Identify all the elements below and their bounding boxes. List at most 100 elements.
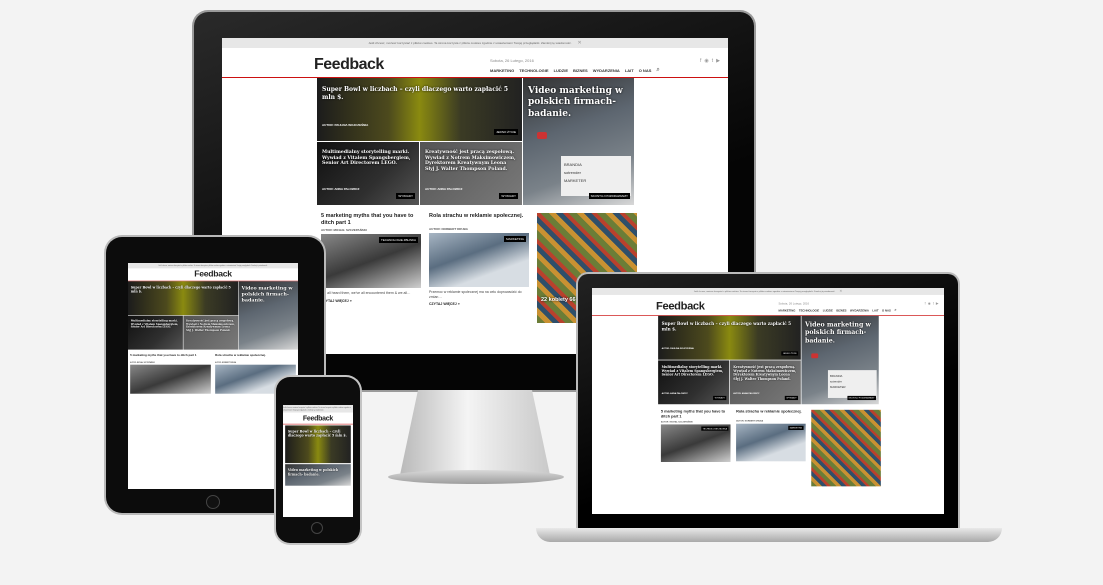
hero-side-badge: SKONTUJ POZDRAWIAMY [588, 193, 630, 199]
youtube-icon[interactable]: ▶ [716, 58, 720, 64]
hero-tile-3[interactable]: Multimedialny storytelling marki. Wywiad… [317, 142, 419, 205]
hero-tile-4-author: AUTOR: ANNA PALOWICZ [425, 187, 463, 191]
post-badge: TECHNOLOGIE ZBLISKA [701, 426, 729, 431]
logo[interactable]: Feedback [194, 269, 232, 279]
cookie-notice: Jeśli chcesz, możesz korzystać z plików … [283, 405, 353, 413]
header-right: Sobota, 26 Lutego, 2016 f ◉ t ▶ MARKETIN… [779, 302, 939, 313]
nav-item-marketing[interactable]: MARKETING [779, 309, 796, 312]
nav-item-biznes[interactable]: BIZNES [836, 309, 846, 312]
content: Super Bowl w liczbach – czyli dlaczego w… [128, 281, 298, 394]
hero-side-tile[interactable]: Video marketing w polskich firmach- bada… [523, 78, 634, 205]
nav-item-o-nas[interactable]: O NAS [882, 309, 891, 312]
close-icon[interactable]: ✕ [839, 289, 842, 293]
nav-item-wydarzenia[interactable]: WYDARZENIA [850, 309, 869, 312]
hero-tile-4-title[interactable]: Kreatywność jest pracą zespołową. Wywiad… [186, 320, 235, 332]
post-title[interactable]: 5 marketing myths that you have to ditch… [321, 213, 421, 226]
facebook-icon[interactable]: f [700, 58, 701, 64]
post-image[interactable] [130, 364, 211, 394]
nav-item-lait[interactable]: LAIT [872, 309, 878, 312]
hero-main-tile[interactable]: Super Bowl w liczbach – czyli dlaczego w… [285, 425, 351, 464]
hero-main-tile[interactable]: Super Bowl w liczbach – czyli dlaczego w… [128, 281, 239, 316]
hero-side-tile[interactable]: Video marketing w polskich firmach- bada… [238, 281, 298, 350]
date-row: Sobota, 26 Lutego, 2016 f ◉ t ▶ [779, 302, 939, 306]
post-list: 5 marketing myths that you have to ditch… [658, 404, 881, 487]
nav-item-lait[interactable]: LAIT [625, 68, 634, 73]
post-card: 5 marketing myths that you have to ditch… [130, 354, 211, 394]
hero-side-title[interactable]: Video marketing w polskich firmach- bada… [288, 468, 348, 476]
nav-item-technologie[interactable]: TECHNOLOGIE [519, 68, 548, 73]
hero-side-tile[interactable]: Video marketing w polskich firmach- bada… [285, 464, 351, 486]
rss-icon[interactable]: ◉ [928, 302, 931, 306]
imac-base [388, 470, 564, 484]
post-title[interactable]: Rola strachu w reklamie społecznej. [736, 410, 806, 418]
hero-tile-3[interactable]: Multimedialny storytelling marki. Wywiad… [128, 315, 183, 350]
post-title[interactable]: Rola strachu w reklamie społecznej. [429, 213, 529, 225]
header-right: Sobota, 26 Lutego, 2016 f ◉ t ▶ MARKETIN… [490, 58, 720, 74]
post-image[interactable] [811, 409, 881, 487]
hero-side-tile[interactable]: Video marketing w polskich firmach- bada… [801, 315, 879, 405]
hero-main-tile[interactable]: Super Bowl w liczbach – czyli dlaczego w… [317, 78, 522, 141]
hero-main-title[interactable]: Super Bowl w liczbach – czyli dlaczego w… [322, 86, 517, 101]
hero-side-title[interactable]: Video marketing w polskich firmach- bada… [805, 321, 875, 344]
post-title[interactable]: 5 marketing myths that you have to ditch… [661, 410, 731, 419]
post-title[interactable]: 5 marketing myths that you have to ditch… [130, 354, 211, 360]
search-icon[interactable]: ⌕ [656, 67, 659, 74]
twitter-icon[interactable]: t [712, 58, 713, 64]
logo[interactable]: Feedback [303, 414, 333, 422]
read-more-link[interactable]: CZYTAJ WIĘCEJ » [429, 302, 529, 306]
hero-side-title[interactable]: Video marketing w polskich firmach- bada… [242, 286, 296, 304]
hero-tile-3-author: AUTOR: ANNA PALOWICZ [661, 391, 688, 395]
facebook-icon[interactable]: f [925, 302, 926, 306]
hero-tile-3-title[interactable]: Multimedialny storytelling marki. Wywiad… [131, 320, 180, 329]
hero-tile-4-title[interactable]: Kreatywność jest pracą zespołową. Wywiad… [733, 366, 797, 382]
rss-icon[interactable]: ◉ [704, 58, 708, 64]
hero-tile-4[interactable]: Kreatywność jest pracą zespołową. Wywiad… [729, 360, 801, 405]
post-author: AUTOR: NORBERT DRUBA [736, 419, 764, 423]
nav-item-marketing[interactable]: MARKETING [490, 68, 514, 73]
post-image[interactable]: TECHNOLOGIE ZBLISKA [660, 424, 731, 463]
site-header: Feedback Sobota, 26 Lutego, 2016 f ◉ t ▶… [222, 48, 728, 78]
post-title[interactable]: Rola strachu w reklamie społecznej. [215, 354, 296, 360]
read-more-link[interactable]: CZYTAJ WIĘCEJ » [321, 299, 421, 303]
twitter-icon[interactable]: t [933, 302, 934, 306]
nav-item-o-nas[interactable]: O NAS [639, 68, 652, 73]
main-nav: MARKETING TECHNOLOGIE LUDZIE BIZNES WYDA… [490, 67, 660, 74]
hero-main-title[interactable]: Super Bowl w liczbach – czyli dlaczego w… [288, 430, 348, 438]
site-header: Feedback [128, 268, 298, 282]
close-icon[interactable]: ✕ [577, 40, 581, 46]
nav-item-wydarzenia[interactable]: WYDARZENIA [593, 68, 620, 73]
nav-item-ludzie[interactable]: LUDZIE [823, 309, 833, 312]
post-excerpt: We all heard them, we've all encountered… [321, 291, 411, 296]
social-icons: f ◉ t ▶ [925, 302, 939, 306]
hero-main-title[interactable]: Super Bowl w liczbach – czyli dlaczego w… [131, 286, 236, 294]
hero-tile-3-title[interactable]: Multimedialny storytelling marki. Wywiad… [322, 150, 414, 167]
hero-tile-4[interactable]: Kreatywność jest pracą zespołową. Wywiad… [183, 315, 239, 350]
cookie-notice-text: Jeśli chcesz, możesz korzystać z plików … [283, 406, 351, 411]
hero-main-author: AUTOR: PAULINA WOJCZEŚNIA [661, 347, 694, 350]
hero-tile-3[interactable]: Multimedialny storytelling marki. Wywiad… [658, 360, 730, 405]
post-image[interactable]: TECHNOLOGIE ZBLISKA [321, 234, 421, 289]
date-row: Sobota, 26 Lutego, 2016 f ◉ t ▶ [490, 58, 720, 64]
search-icon[interactable]: ⌕ [894, 308, 896, 313]
hero-main-tile[interactable]: Super Bowl w liczbach – czyli dlaczego w… [658, 315, 801, 360]
post-image[interactable]: MARKETING [736, 423, 806, 462]
logo[interactable]: Feedback [314, 56, 384, 74]
post-author: AUTOR: MICHAŁ SZCZEPAŃSKI [660, 420, 693, 424]
hero-main-title[interactable]: Super Bowl w liczbach – czyli dlaczego w… [662, 321, 798, 331]
nav-item-ludzie[interactable]: LUDZIE [554, 68, 568, 73]
laptop-base [536, 528, 1002, 542]
logo[interactable]: Feedback [656, 301, 705, 314]
post-image[interactable]: MARKETING [429, 233, 529, 287]
nav-item-biznes[interactable]: BIZNES [573, 68, 588, 73]
hero-side-title[interactable]: Video marketing w polskich firmach- bada… [528, 86, 629, 120]
cookie-notice-text: Jeśli chcesz, możesz korzystać z plików … [693, 290, 836, 293]
hero-tile-4[interactable]: Kreatywność jest pracą zespołową. Wywiad… [420, 142, 522, 205]
hero-tile-4-title[interactable]: Kreatywność jest pracą zespołową. Wywiad… [425, 150, 517, 173]
post-excerpt: Przemoc w reklamie społecznej ma na celu… [429, 290, 522, 299]
youtube-icon[interactable]: ▶ [936, 302, 939, 306]
hero-tile-3-title[interactable]: Multimedialny storytelling marki. Wywiad… [662, 366, 726, 378]
post-card: 5 marketing myths that you have to ditch… [660, 410, 731, 487]
social-icons: f ◉ t ▶ [700, 58, 720, 64]
post-card: Rola strachu w reklamie społecznej. AUTO… [736, 410, 806, 487]
nav-item-technologie[interactable]: TECHNOLOGIE [799, 309, 819, 312]
